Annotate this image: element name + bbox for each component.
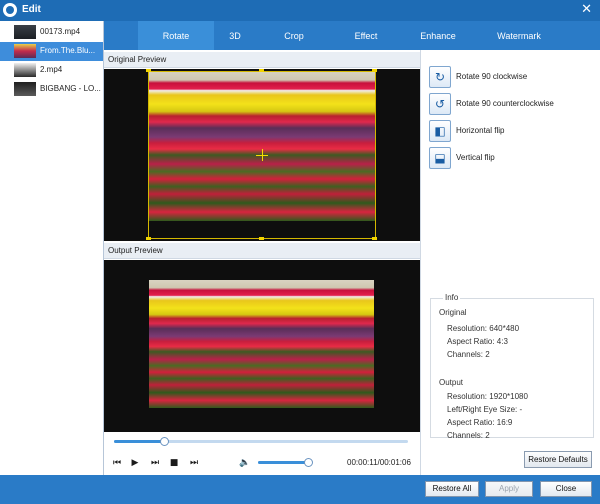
progress-slider-thumb[interactable]	[159, 437, 169, 446]
file-list: 00173.mp4 From.The.Blu... 2.mp4 BIGBANG …	[0, 21, 104, 475]
file-item-00173[interactable]: 00173.mp4	[0, 23, 103, 42]
video-thumbnail	[14, 63, 36, 77]
crop-handle-bottom-right[interactable]	[372, 237, 377, 240]
tab-3d[interactable]: 3D	[214, 21, 256, 50]
original-aspect-ratio: Aspect Ratio: 4:3	[447, 337, 508, 346]
crop-handle-top-right[interactable]	[372, 69, 377, 72]
original-preview-label: Original Preview	[104, 52, 420, 68]
restore-defaults-button[interactable]: Restore Defaults	[524, 451, 592, 468]
rotate-counterclockwise-button[interactable]: ↺ Rotate 90 counterclockwise	[429, 93, 600, 117]
output-heading: Output	[439, 378, 464, 387]
volume-slider-thumb[interactable]	[303, 458, 313, 467]
prev-frame-icon[interactable]: ⏮	[110, 457, 124, 469]
crop-handle-bottom[interactable]	[259, 237, 264, 240]
crosshair-icon	[262, 149, 263, 161]
crop-handle-top[interactable]	[259, 69, 264, 72]
file-item-2mp4[interactable]: 2.mp4	[0, 61, 103, 80]
play-icon[interactable]: ▶	[128, 457, 142, 469]
rotate-clockwise-icon[interactable]: ↻	[429, 66, 451, 88]
apply-button[interactable]: Apply	[485, 481, 533, 497]
output-eye-size: Left/Right Eye Size: -	[447, 405, 523, 414]
tab-bar: Rotate 3D Crop Effect Enhance Watermark	[104, 21, 600, 50]
volume-icon[interactable]: 🔈	[238, 457, 252, 469]
end-icon[interactable]: ⏭	[187, 457, 201, 469]
vertical-flip-button[interactable]: ⬓ Vertical flip	[429, 147, 600, 171]
file-item-bigbang[interactable]: BIGBANG - LO...	[0, 80, 103, 99]
file-name: 00173.mp4	[40, 27, 81, 36]
original-preview-video	[104, 69, 420, 241]
tab-watermark[interactable]: Watermark	[486, 21, 552, 50]
file-name: From.The.Blu...	[40, 46, 96, 55]
crop-handle-top-left[interactable]	[146, 69, 151, 72]
output-preview-video	[104, 260, 420, 432]
bottom-bar: Restore All Apply Close	[0, 475, 600, 504]
rotate-counterclockwise-icon[interactable]: ↺	[429, 93, 451, 115]
horizontal-flip-label: Horizontal flip	[456, 126, 505, 135]
horizontal-flip-icon[interactable]: ◧	[429, 120, 451, 142]
output-preview-label: Output Preview	[104, 243, 420, 259]
tab-effect[interactable]: Effect	[338, 21, 394, 50]
horizontal-flip-button[interactable]: ◧ Horizontal flip	[429, 120, 600, 144]
output-resolution: Resolution: 1920*1080	[447, 392, 528, 401]
close-button[interactable]: Close	[540, 481, 592, 497]
volume-fill	[258, 461, 308, 464]
vertical-flip-icon[interactable]: ⬓	[429, 147, 451, 169]
rotate-options-panel: ↻ Rotate 90 clockwise ↺ Rotate 90 counte…	[420, 50, 600, 475]
tab-rotate[interactable]: Rotate	[138, 21, 214, 50]
rotate-counterclockwise-label: Rotate 90 counterclockwise	[456, 99, 554, 108]
progress-fill	[114, 440, 164, 443]
file-name: BIGBANG - LO...	[40, 84, 101, 93]
tab-crop[interactable]: Crop	[268, 21, 320, 50]
info-title: Info	[443, 293, 461, 302]
video-thumbnail	[14, 25, 36, 39]
tab-enhance[interactable]: Enhance	[410, 21, 466, 50]
video-thumbnail	[14, 82, 36, 96]
next-icon[interactable]: ⏭	[148, 457, 162, 469]
stop-icon[interactable]: ■	[167, 457, 181, 469]
window-title: Edit	[22, 4, 41, 15]
original-resolution: Resolution: 640*480	[447, 324, 520, 333]
restore-all-button[interactable]: Restore All	[425, 481, 479, 497]
close-window-icon[interactable]: ✕	[581, 2, 592, 17]
info-group: Info Original Resolution: 640*480 Aspect…	[430, 293, 594, 440]
original-channels: Channels: 2	[447, 350, 490, 359]
original-heading: Original	[439, 308, 467, 317]
output-frame-image	[149, 280, 374, 408]
title-bar: Edit ✕	[0, 0, 600, 21]
player-controls: ⏮ ▶ ⏭ ■ ⏭ 🔈 00:00:11/00:01:06	[104, 433, 420, 475]
rotate-clockwise-label: Rotate 90 clockwise	[456, 72, 528, 81]
app-logo-icon	[3, 3, 17, 17]
rotate-clockwise-button[interactable]: ↻ Rotate 90 clockwise	[429, 66, 600, 90]
file-item-from-the-blue[interactable]: From.The.Blu...	[0, 42, 103, 61]
output-channels: Channels: 2	[447, 431, 490, 440]
output-aspect-ratio: Aspect Ratio: 16:9	[447, 418, 513, 427]
file-name: 2.mp4	[40, 65, 63, 74]
crop-handle-bottom-left[interactable]	[146, 237, 151, 240]
video-thumbnail	[14, 44, 36, 58]
vertical-flip-label: Vertical flip	[456, 153, 495, 162]
time-display: 00:00:11/00:01:06	[347, 458, 411, 467]
